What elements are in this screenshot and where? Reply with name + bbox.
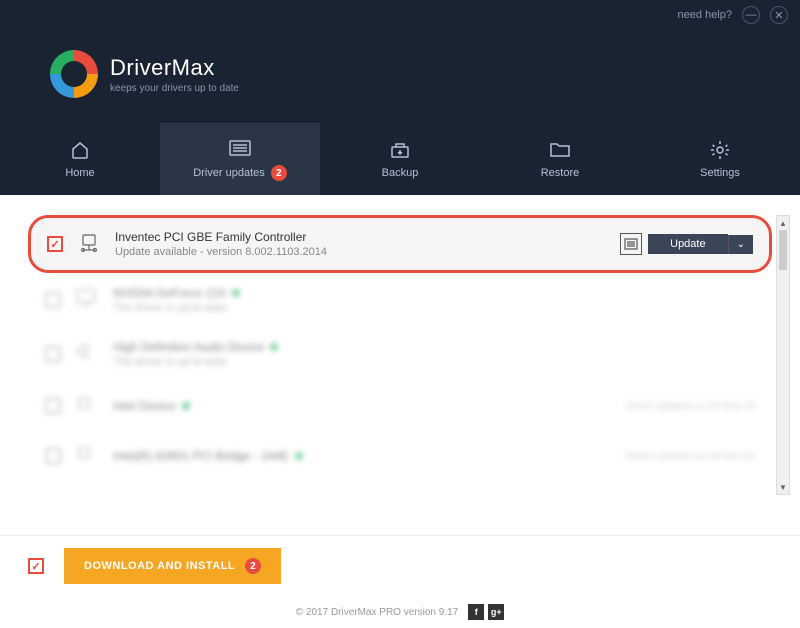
- backup-icon: [389, 139, 411, 161]
- app-title: DriverMax: [110, 55, 239, 81]
- select-all-checkbox[interactable]: [28, 558, 44, 574]
- device-checkbox[interactable]: [45, 398, 61, 414]
- chip-icon: [75, 444, 99, 468]
- device-info: Inventec PCI GBE Family Controller Updat…: [115, 230, 606, 258]
- minimize-button[interactable]: —: [742, 6, 760, 24]
- device-checkbox[interactable]: [45, 346, 61, 362]
- app-subtitle: keeps your drivers up to date: [110, 83, 239, 94]
- update-button-group: Update ⌄: [620, 233, 753, 255]
- monitor-icon: [75, 288, 99, 312]
- nav-settings[interactable]: Settings: [640, 123, 800, 195]
- footer-bar: DOWNLOAD AND INSTALL 2: [0, 535, 800, 596]
- scrollbar-up-icon[interactable]: ▲: [777, 216, 789, 230]
- brand-text: DriverMax keeps your drivers up to date: [110, 55, 239, 94]
- nav-label: Driver updates: [193, 167, 265, 179]
- nav-label: Backup: [382, 167, 419, 179]
- device-checkbox[interactable]: [45, 448, 61, 464]
- device-row[interactable]: NVIDIA GeForce 210 The driver is up-to-d…: [28, 273, 772, 327]
- device-name: Inventec PCI GBE Family Controller: [115, 230, 606, 244]
- update-button[interactable]: Update: [648, 234, 727, 254]
- device-checkbox[interactable]: [47, 236, 63, 252]
- chip-icon: [75, 394, 99, 418]
- update-dropdown[interactable]: ⌄: [728, 235, 753, 254]
- status-dot-icon: [232, 289, 240, 297]
- social-links: f g+: [468, 604, 504, 620]
- download-badge: 2: [245, 558, 261, 574]
- device-list: Inventec PCI GBE Family Controller Updat…: [0, 195, 800, 535]
- gear-icon: [709, 139, 731, 161]
- device-checkbox[interactable]: [45, 292, 61, 308]
- device-row[interactable]: High Definition Audio Device The driver …: [28, 327, 772, 381]
- app-logo-icon: [50, 50, 98, 98]
- help-link[interactable]: need help?: [678, 9, 732, 21]
- device-row[interactable]: Intel(R) 82801 PCI Bridge - 244E Driver …: [28, 431, 772, 481]
- status-dot-icon: [270, 343, 278, 351]
- download-install-button[interactable]: DOWNLOAD AND INSTALL 2: [64, 548, 281, 584]
- window-topbar: need help? — ✕: [0, 0, 800, 30]
- device-row-highlighted[interactable]: Inventec PCI GBE Family Controller Updat…: [28, 215, 772, 273]
- list-icon: [229, 137, 251, 159]
- device-status: Update available - version 8.002.1103.20…: [115, 246, 606, 258]
- nav-label: Settings: [700, 167, 740, 179]
- googleplus-icon[interactable]: g+: [488, 604, 504, 620]
- details-icon[interactable]: [620, 233, 642, 255]
- scrollbar-down-icon[interactable]: ▼: [777, 480, 789, 494]
- close-button[interactable]: ✕: [770, 6, 788, 24]
- device-row[interactable]: Intel Device Driver updated on 03-Nov-16: [28, 381, 772, 431]
- app-header: DriverMax keeps your drivers up to date: [0, 30, 800, 108]
- nav-home[interactable]: Home: [0, 123, 160, 195]
- nav-restore[interactable]: Restore: [480, 123, 640, 195]
- bottom-bar: © 2017 DriverMax PRO version 9.17 f g+: [0, 596, 800, 628]
- scrollbar-thumb[interactable]: [779, 230, 787, 270]
- folder-icon: [549, 139, 571, 161]
- network-adapter-icon: [77, 232, 101, 256]
- scrollbar[interactable]: ▲ ▼: [776, 215, 790, 495]
- nav-backup[interactable]: Backup: [320, 123, 480, 195]
- nav-label: Home: [65, 167, 94, 179]
- nav-label: Restore: [541, 167, 580, 179]
- facebook-icon[interactable]: f: [468, 604, 484, 620]
- nav-driver-updates[interactable]: Driver updates 2: [160, 123, 320, 195]
- updates-badge: 2: [271, 165, 287, 181]
- main-nav: Home Driver updates 2 Backup Restore Set…: [0, 123, 800, 195]
- status-dot-icon: [182, 402, 190, 410]
- copyright-text: © 2017 DriverMax PRO version 9.17: [296, 607, 458, 618]
- home-icon: [69, 139, 91, 161]
- status-dot-icon: [295, 452, 303, 460]
- audio-icon: [75, 342, 99, 366]
